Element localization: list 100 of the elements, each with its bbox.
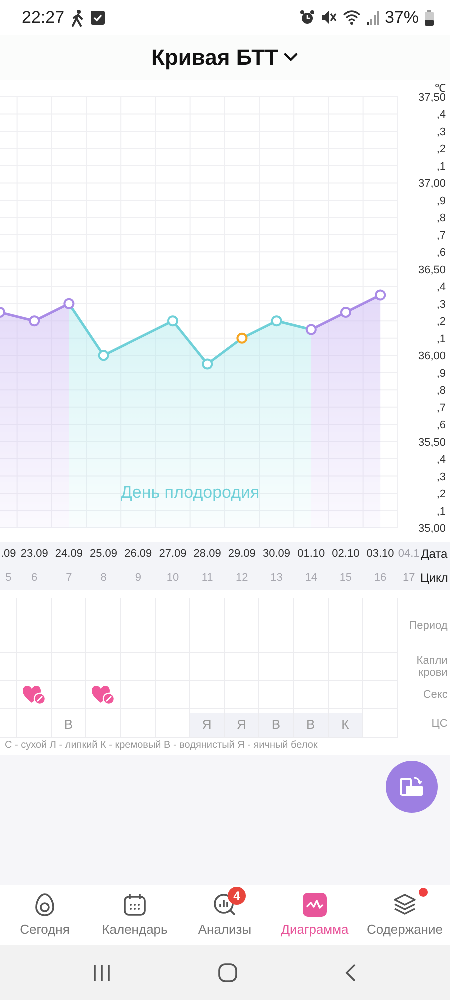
- axis-label: ,8: [436, 385, 446, 398]
- axis-label: ,7: [436, 402, 446, 414]
- checkbox-icon: [90, 10, 105, 24]
- date-label[interactable]: 27.09: [156, 542, 190, 566]
- row-label: Цикл: [420, 570, 450, 587]
- date-label[interactable]: 03.10: [363, 542, 398, 566]
- axis-label: ,1: [436, 333, 446, 346]
- screen-title[interactable]: Кривая БТТ: [152, 44, 278, 70]
- axis-label: ,3: [436, 126, 446, 138]
- legend-text: С - сухой Л - липкий К - кремовый В - водянистый Я - яичный белок: [4, 739, 319, 753]
- date-label[interactable]: 24.09: [52, 542, 86, 566]
- axis-label: ,8: [436, 212, 446, 225]
- table-cell: К: [328, 709, 364, 738]
- cycle-day: 10: [156, 566, 190, 590]
- date-label[interactable]: 29.09: [224, 542, 260, 566]
- axis-label: ,4: [436, 109, 446, 122]
- data-point[interactable]: [306, 324, 317, 336]
- row-label: ЦС: [430, 716, 449, 732]
- chevron-down-icon: [284, 53, 298, 62]
- row-label: Период: [408, 618, 449, 634]
- mute-icon: [320, 10, 337, 25]
- axis-label: ,2: [436, 488, 446, 501]
- cycle-day: 9: [121, 566, 156, 590]
- data-point[interactable]: [0, 307, 6, 318]
- cycle-day: 15: [328, 566, 364, 590]
- date-label[interactable]: .09: [0, 542, 18, 566]
- heart-icon: [91, 684, 116, 704]
- chart-icon: [303, 893, 327, 917]
- axis-label: 36,00: [418, 350, 446, 363]
- recents-icon: [93, 964, 112, 982]
- axis-label: ,2: [436, 144, 446, 156]
- home-icon: [218, 962, 238, 982]
- cycle-day: 11: [190, 566, 225, 590]
- calendar-icon: [123, 893, 147, 917]
- battery-icon: [425, 10, 434, 26]
- data-point[interactable]: [29, 316, 40, 327]
- heart-icon: [22, 684, 46, 704]
- wifi-icon: [342, 10, 361, 25]
- row-label: Дата: [420, 546, 449, 563]
- nav-tab[interactable]: 4 Анализы: [180, 885, 270, 945]
- axis-label: 37,00: [418, 178, 446, 190]
- notification-badge: 4: [228, 887, 246, 905]
- axis-label: ,6: [436, 247, 446, 260]
- cycle-day: 17: [398, 566, 420, 590]
- egg-icon: [35, 893, 55, 917]
- date-label[interactable]: 23.09: [17, 542, 52, 566]
- table-cell: В: [52, 709, 86, 738]
- table-cell: Я: [224, 709, 260, 738]
- data-point[interactable]: [202, 358, 214, 370]
- clock-time: 22:27: [22, 8, 65, 28]
- axis-label: ,3: [436, 298, 446, 311]
- table-cell: Я: [190, 709, 225, 738]
- data-point[interactable]: [375, 290, 386, 301]
- cycle-day: 5: [0, 566, 18, 590]
- date-label[interactable]: 02.10: [328, 542, 364, 566]
- axis-label: ,2: [436, 316, 446, 328]
- nav-tab[interactable]: Календарь: [90, 885, 180, 945]
- cycle-day: 16: [363, 566, 398, 590]
- alarm-icon: [300, 10, 315, 25]
- data-point[interactable]: [98, 350, 110, 362]
- rotate-icon: [400, 776, 424, 798]
- cycle-day: 12: [224, 566, 260, 590]
- nav-tab[interactable]: Сегодня: [0, 885, 90, 945]
- axis-label: ,1: [436, 160, 446, 173]
- cycle-day: 14: [294, 566, 329, 590]
- date-label[interactable]: 26.09: [121, 542, 156, 566]
- axis-label: 36,50: [418, 264, 446, 276]
- table-cell: В: [294, 709, 329, 738]
- axis-label: 37,50: [418, 92, 446, 104]
- date-label[interactable]: 28.09: [190, 542, 225, 566]
- row-label: Секс: [422, 688, 449, 703]
- cycle-day: 13: [259, 566, 294, 590]
- axis-label: ,3: [436, 471, 446, 484]
- row-label: Капли крови: [416, 654, 449, 681]
- nav-tab[interactable]: Содержание: [360, 885, 450, 945]
- axis-label: ,9: [436, 368, 446, 380]
- date-label[interactable]: 01.10: [294, 542, 329, 566]
- data-point[interactable]: [168, 316, 178, 327]
- back-icon: [344, 962, 357, 982]
- axis-label: ,9: [436, 195, 446, 208]
- axis-label: 35,50: [418, 436, 446, 449]
- walking-icon: [70, 8, 85, 26]
- data-point[interactable]: [236, 332, 248, 344]
- date-label[interactable]: 25.09: [86, 542, 122, 566]
- rotate-screen-button[interactable]: [386, 761, 438, 813]
- data-point[interactable]: [340, 307, 352, 318]
- fertile-window-label: День плодородия: [120, 483, 260, 502]
- date-label[interactable]: 30.09: [259, 542, 294, 566]
- signal-icon: [366, 10, 379, 24]
- axis-label: ,1: [436, 506, 446, 518]
- data-point[interactable]: [271, 316, 282, 327]
- axis-label: 35,00: [418, 523, 446, 535]
- axis-label: ,4: [436, 454, 446, 466]
- data-point[interactable]: [64, 298, 75, 310]
- layers-icon: [393, 893, 417, 917]
- cycle-day: 7: [52, 566, 86, 590]
- axis-label: ,4: [436, 282, 446, 294]
- table-cell: В: [259, 709, 294, 738]
- axis-label: ,6: [436, 420, 446, 432]
- battery-percent: 37%: [384, 8, 419, 28]
